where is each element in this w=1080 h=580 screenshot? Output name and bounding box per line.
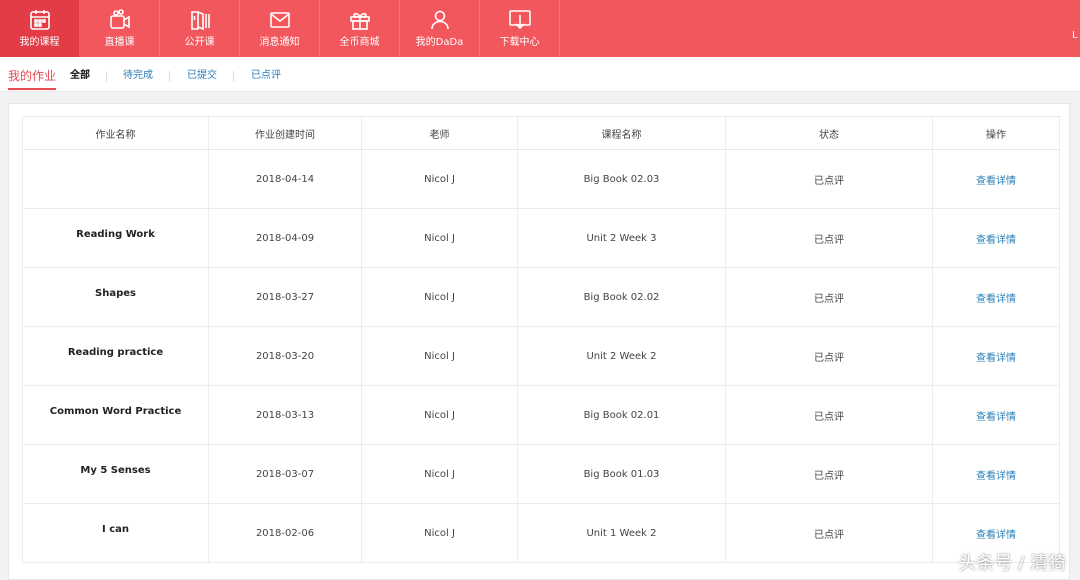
created-date: 2018-03-07: [208, 445, 361, 503]
open-book-icon: [187, 8, 213, 32]
nav-item-label: 直播课: [104, 37, 135, 48]
user-icon: [427, 8, 453, 32]
homework-name: Shapes: [22, 268, 208, 326]
nav-item-label: 我的DaDa: [415, 37, 464, 48]
download-monitor-icon: [507, 8, 533, 32]
table-row: Shapes 2018-03-27 Nicol J Big Book 02.02…: [22, 268, 1060, 327]
page-title: 我的作业: [8, 68, 57, 90]
column-header-created-time: 作业创建时间: [208, 117, 361, 149]
nav-item-download-center[interactable]: 下载中心: [480, 0, 560, 57]
course-name: Unit 2 Week 3: [517, 209, 725, 267]
status-text: 已点评: [725, 150, 932, 208]
tab-pending[interactable]: 待完成: [123, 70, 153, 82]
column-header-action: 操作: [932, 117, 1060, 149]
created-date: 2018-04-09: [208, 209, 361, 267]
mail-icon: [267, 8, 293, 32]
table-row: Reading Work 2018-04-09 Nicol J Unit 2 W…: [22, 209, 1060, 268]
watermark-text: 头条号 / 清猗: [958, 553, 1066, 574]
status-text: 已点评: [725, 268, 932, 326]
course-name: Big Book 01.03: [517, 445, 725, 503]
live-camera-icon: [107, 8, 133, 32]
teacher-name: Nicol J: [361, 445, 517, 503]
homework-name: Common Word Practice: [22, 386, 208, 444]
teacher-name: Nicol J: [361, 150, 517, 208]
course-name: Unit 1 Week 2: [517, 504, 725, 562]
created-date: 2018-03-27: [208, 268, 361, 326]
homework-name: Reading Work: [22, 209, 208, 267]
course-name: Big Book 02.03: [517, 150, 725, 208]
top-navigation-bar: 我的课程 直播课 公开课 消息通知 全币商城 我的DaDa 下载中心 L: [0, 0, 1080, 57]
tab-divider: [106, 71, 107, 82]
view-details-link[interactable]: 查看详情: [932, 445, 1060, 503]
column-header-status: 状态: [725, 117, 932, 149]
tab-divider: [169, 71, 170, 82]
homework-name: Reading practice: [22, 327, 208, 385]
view-details-link[interactable]: 查看详情: [932, 386, 1060, 444]
status-text: 已点评: [725, 209, 932, 267]
gift-icon: [347, 8, 373, 32]
nav-item-my-dada[interactable]: 我的DaDa: [400, 0, 480, 57]
column-header-course-name: 课程名称: [517, 117, 725, 149]
nav-item-label: 消息通知: [259, 37, 300, 48]
table-row: My 5 Senses 2018-03-07 Nicol J Big Book …: [22, 445, 1060, 504]
course-name: Big Book 02.02: [517, 268, 725, 326]
status-text: 已点评: [725, 445, 932, 503]
homework-subtabs: 我的作业 全部 待完成 已提交 已点评: [0, 57, 1080, 92]
status-text: 已点评: [725, 504, 932, 562]
homework-name: I can: [22, 504, 208, 562]
column-header-teacher: 老师: [361, 117, 517, 149]
nav-edge-text: L: [1072, 30, 1078, 41]
nav-item-label: 我的课程: [19, 37, 60, 48]
teacher-name: Nicol J: [361, 268, 517, 326]
created-date: 2018-03-20: [208, 327, 361, 385]
teacher-name: Nicol J: [361, 386, 517, 444]
nav-item-coin-mall[interactable]: 全币商城: [320, 0, 400, 57]
course-name: Big Book 02.01: [517, 386, 725, 444]
teacher-name: Nicol J: [361, 327, 517, 385]
view-details-link[interactable]: 查看详情: [932, 268, 1060, 326]
view-details-link[interactable]: 查看详情: [932, 209, 1060, 267]
nav-item-label: 全币商城: [339, 37, 380, 48]
tab-submitted[interactable]: 已提交: [187, 70, 217, 82]
homework-panel: 作业名称 作业创建时间 老师 课程名称 状态 操作 2018-04-14 Nic…: [8, 103, 1070, 580]
homework-table: 作业名称 作业创建时间 老师 课程名称 状态 操作 2018-04-14 Nic…: [22, 116, 1060, 563]
homework-name: My 5 Senses: [22, 445, 208, 503]
table-row: I can 2018-02-06 Nicol J Unit 1 Week 2 已…: [22, 504, 1060, 563]
status-text: 已点评: [725, 327, 932, 385]
teacher-name: Nicol J: [361, 504, 517, 562]
table-row: Common Word Practice 2018-03-13 Nicol J …: [22, 386, 1060, 445]
table-row: 2018-04-14 Nicol J Big Book 02.03 已点评 查看…: [22, 150, 1060, 209]
created-date: 2018-02-06: [208, 504, 361, 562]
tab-all[interactable]: 全部: [70, 70, 90, 82]
column-header-homework-name: 作业名称: [22, 117, 208, 149]
tab-reviewed[interactable]: 已点评: [251, 70, 281, 82]
nav-item-my-courses[interactable]: 我的课程: [0, 0, 80, 57]
nav-item-label: 下载中心: [499, 37, 540, 48]
teacher-name: Nicol J: [361, 209, 517, 267]
status-text: 已点评: [725, 386, 932, 444]
view-details-link[interactable]: 查看详情: [932, 150, 1060, 208]
homework-name: [22, 150, 208, 208]
table-header: 作业名称 作业创建时间 老师 课程名称 状态 操作: [22, 116, 1060, 150]
view-details-link[interactable]: 查看详情: [932, 327, 1060, 385]
nav-item-open-class[interactable]: 公开课: [160, 0, 240, 57]
created-date: 2018-04-14: [208, 150, 361, 208]
nav-item-notifications[interactable]: 消息通知: [240, 0, 320, 57]
nav-item-live-class[interactable]: 直播课: [80, 0, 160, 57]
nav-item-label: 公开课: [184, 37, 215, 48]
tab-divider: [233, 71, 234, 82]
calendar-icon: [27, 8, 53, 32]
table-row: Reading practice 2018-03-20 Nicol J Unit…: [22, 327, 1060, 386]
created-date: 2018-03-13: [208, 386, 361, 444]
course-name: Unit 2 Week 2: [517, 327, 725, 385]
